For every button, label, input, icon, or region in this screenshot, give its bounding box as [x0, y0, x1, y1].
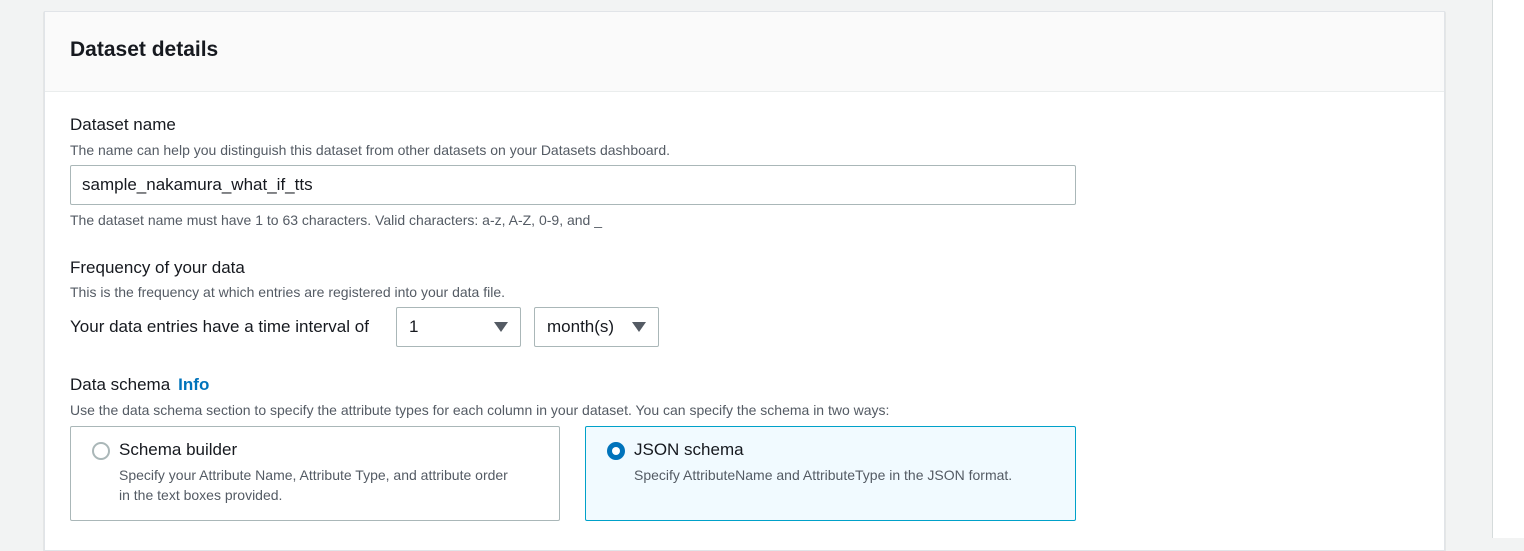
radio-selected-dot	[612, 447, 620, 455]
data-schema-label: Data schema Info	[70, 375, 209, 395]
json-schema-description: Specify AttributeName and AttributeType …	[634, 467, 1013, 483]
frequency-label: Frequency of your data	[70, 258, 245, 277]
info-link[interactable]: Info	[178, 375, 209, 394]
interval-unit-text: month(s)	[547, 317, 615, 336]
caret-down-icon	[494, 322, 508, 332]
dataset-name-description: The name can help you distinguish this d…	[70, 142, 671, 158]
panel-header: Dataset details	[45, 12, 1444, 92]
json-schema-title: JSON schema	[634, 440, 744, 459]
json-schema-tile[interactable]: JSON schema Specify AttributeName and At…	[585, 426, 1076, 521]
interval-unit-select[interactable]: month(s)	[534, 307, 659, 347]
dataset-details-panel: Dataset details Dataset name The name ca…	[44, 11, 1445, 551]
dataset-name-input[interactable]	[70, 165, 1076, 205]
dataset-name-label: Dataset name	[70, 115, 176, 134]
dataset-name-constraint: The dataset name must have 1 to 63 chara…	[70, 212, 603, 228]
interval-value-text: 1	[409, 317, 419, 336]
data-schema-label-text: Data schema	[70, 375, 171, 394]
right-side-panel	[1492, 0, 1524, 538]
schema-builder-description: Specify your Attribute Name, Attribute T…	[119, 465, 508, 505]
schema-builder-title: Schema builder	[119, 440, 238, 459]
schema-builder-tile[interactable]: Schema builder Specify your Attribute Na…	[70, 426, 560, 521]
json-schema-radio[interactable]	[607, 442, 625, 460]
schema-builder-description-line1: Specify your Attribute Name, Attribute T…	[119, 467, 508, 483]
schema-builder-radio[interactable]	[92, 442, 110, 460]
data-schema-description: Use the data schema section to specify t…	[70, 402, 890, 418]
caret-down-icon	[632, 322, 646, 332]
interval-value-select[interactable]: 1	[396, 307, 521, 347]
panel-title: Dataset details	[70, 38, 219, 61]
schema-builder-description-line2: in the text boxes provided.	[119, 487, 283, 503]
interval-label: Your data entries have a time interval o…	[70, 317, 369, 336]
frequency-description: This is the frequency at which entries a…	[70, 284, 505, 300]
